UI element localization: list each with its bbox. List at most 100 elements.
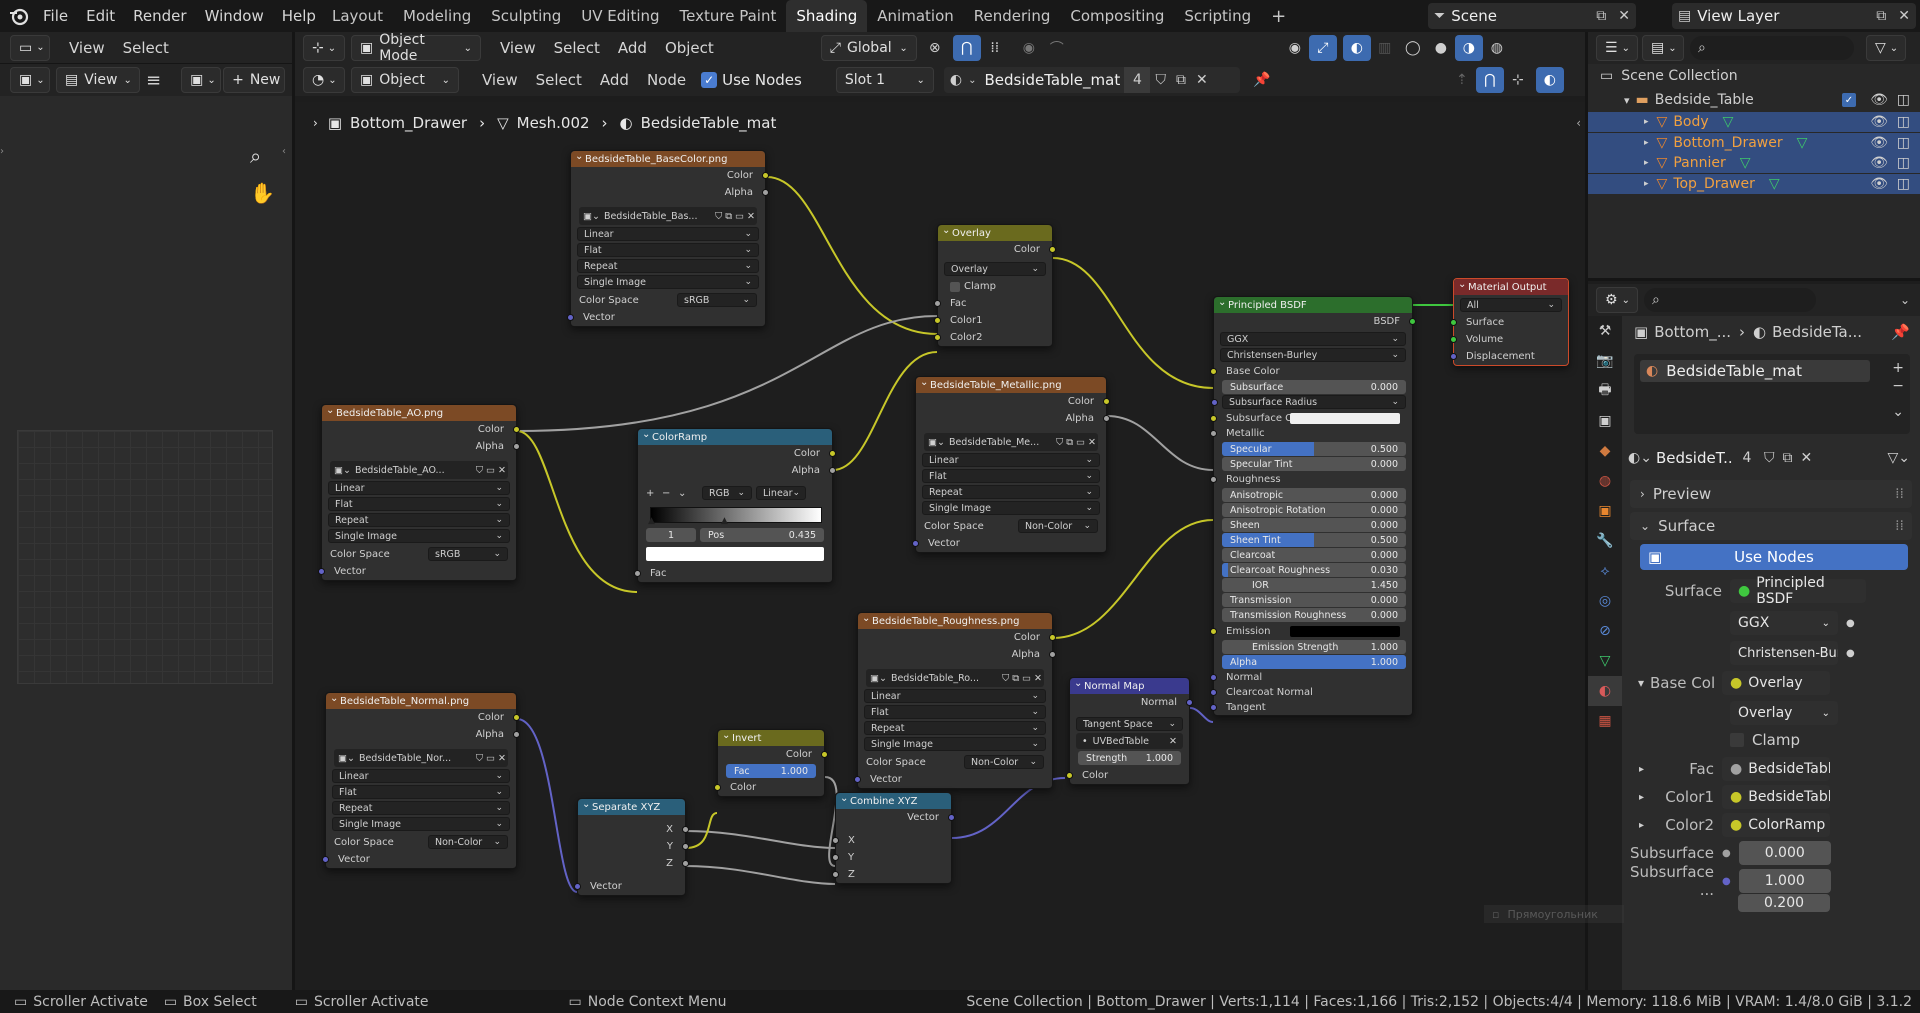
node-header[interactable]: Normal Map — [1070, 678, 1189, 694]
socket-color1[interactable] — [934, 317, 941, 324]
image-browse-dropdown[interactable]: ▣ ⌄ — [181, 67, 222, 93]
node-image-roughness[interactable]: BedsideTable_Roughness.png Color Alpha ▣… — [854, 612, 1056, 789]
ramp-stop-0[interactable]: ▲ — [648, 516, 655, 526]
expand-arrow-icon[interactable]: ▸ — [1644, 138, 1649, 148]
socket-surface[interactable] — [1450, 319, 1457, 326]
use-nodes-toggle[interactable]: ✓ Use Nodes — [701, 71, 802, 89]
sidebar-toggle-icon[interactable]: › — [0, 146, 4, 157]
visibility-icon[interactable]: ◉ — [1281, 35, 1309, 61]
shading-material-icon[interactable]: ◑ — [1454, 35, 1483, 61]
socket-z[interactable] — [682, 860, 689, 867]
duplicate-material-icon[interactable]: ⧉ — [1171, 72, 1191, 88]
outliner-object-row[interactable]: ▸ ▽ Body ▽ 👁 ◫ — [1588, 112, 1920, 132]
socket-color[interactable] — [513, 714, 520, 721]
base-color-input[interactable]: ● Overlay — [1722, 671, 1830, 695]
socket-vector[interactable] — [322, 856, 329, 863]
add-workspace-icon[interactable]: + — [1261, 0, 1296, 32]
bsdf-field[interactable]: Subsurface 0.000 — [1222, 380, 1406, 394]
viewport-menu-object[interactable]: Object — [656, 39, 723, 57]
fake-user-shield-icon[interactable]: ⛉ — [1150, 72, 1171, 88]
toolbar-collapse-icon[interactable]: ‹ — [282, 146, 286, 157]
bsdf-socket[interactable] — [1210, 476, 1217, 483]
projection-dropdown[interactable]: Flat — [332, 785, 510, 799]
object-mode-dropdown[interactable]: ▣ Object Mode ⌄ — [351, 32, 481, 64]
properties-search[interactable]: ⌕ — [1644, 288, 1816, 312]
eye-icon[interactable]: 👁 — [1870, 92, 1888, 108]
ramp-color-mode[interactable]: RGB — [702, 486, 752, 500]
drag-handle-icon[interactable]: ⁞⁞ — [1895, 518, 1904, 534]
ramp-menu-icon[interactable]: ⌄ — [678, 488, 698, 499]
image-selector[interactable]: ▣⌄ BedsideTable_AO... ⛉ ▭ ✕ — [330, 461, 508, 479]
bsdf-socket[interactable] — [1210, 674, 1217, 681]
invert-fac-field[interactable]: Fac 1.000 — [726, 764, 816, 778]
checkbox-unchecked-icon[interactable] — [950, 281, 960, 292]
color-swatch[interactable] — [1290, 412, 1400, 424]
extension-dropdown[interactable]: Repeat — [328, 513, 510, 527]
color-space-dropdown[interactable]: sRGB — [428, 547, 508, 561]
duplicate-material-icon[interactable]: ⧉ — [1778, 450, 1796, 466]
color-space-dropdown[interactable]: sRGB — [677, 293, 757, 307]
remove-stop-icon[interactable]: − — [662, 488, 678, 499]
interpolation-dropdown[interactable]: Linear — [922, 453, 1100, 467]
socket-bsdf[interactable] — [1409, 318, 1416, 325]
ramp-interpolation[interactable]: Linear — [756, 486, 806, 500]
viewport-editor-type[interactable]: ⊹ ⌄ — [303, 35, 345, 61]
image-editor-type-dropdown[interactable]: ▣ ⌄ — [10, 67, 50, 93]
node-header[interactable]: Material Output — [1454, 279, 1568, 295]
extension-dropdown[interactable]: Repeat — [577, 259, 759, 273]
node-image-normal[interactable]: BedsideTable_Normal.png Color Alpha ▣⌄Be… — [322, 692, 520, 869]
tab-modeling[interactable]: Modeling — [393, 0, 481, 32]
node-image-basecolor[interactable]: BedsideTable_BaseColor.png Color Alpha ▣… — [567, 150, 769, 327]
shading-wire-icon[interactable]: ◯ — [1399, 35, 1427, 61]
color1-input[interactable]: ●BedsideTable_B — [1722, 785, 1830, 809]
area-divider[interactable] — [1588, 278, 1920, 281]
checkbox-checked-icon[interactable]: ✓ — [701, 72, 718, 88]
tab-sculpting[interactable]: Sculpting — [481, 0, 571, 32]
ramp-stop-color[interactable] — [646, 547, 824, 561]
unlink-material-icon[interactable]: ✕ — [1796, 450, 1816, 466]
bsdf-field[interactable]: Transmission 0.000 — [1222, 593, 1406, 607]
data-tab-icon[interactable]: ▽ — [1588, 646, 1622, 676]
socket-x[interactable] — [682, 826, 689, 833]
physics-tab-icon[interactable]: ◎ — [1588, 586, 1622, 616]
socket-color[interactable] — [821, 751, 828, 758]
xray-icon[interactable]: ▥ — [1371, 35, 1399, 61]
node-header[interactable]: Invert — [718, 730, 824, 746]
clear-uv-icon[interactable]: ✕ — [1169, 736, 1177, 747]
source-dropdown[interactable]: Single Image — [864, 737, 1046, 751]
camera-icon[interactable]: ◫ — [1897, 92, 1910, 108]
source-dropdown[interactable]: Single Image — [328, 529, 510, 543]
projection-dropdown[interactable]: Flat — [328, 497, 510, 511]
add-slot-icon[interactable]: + — [1892, 360, 1904, 376]
material-tab-icon[interactable]: ◐ — [1588, 676, 1622, 706]
fake-user-shield-icon[interactable]: ⛉ — [1760, 450, 1779, 466]
pivot-point-icon[interactable]: ⊗ — [921, 35, 949, 61]
socket-color[interactable] — [762, 172, 769, 179]
outliner-object-row[interactable]: ▸ ▽ Pannier ▽ 👁 ◫ — [1588, 153, 1920, 173]
preview-panel-header[interactable]: › Preview ⁞⁞ — [1630, 480, 1912, 508]
node-principled-bsdf[interactable]: Principled BSDF BSDF GGX Christensen-Bur… — [1210, 296, 1416, 716]
view-layer-selector[interactable]: ▤ View Layer ⧉ ✕ — [1672, 3, 1916, 29]
bsdf-field[interactable]: Transmission Roughness 0.000 — [1222, 608, 1406, 622]
slot-menu-icon[interactable]: ⌄ — [1892, 404, 1904, 420]
node-header[interactable]: Overlay — [938, 225, 1052, 241]
blender-logo-icon[interactable] — [8, 5, 30, 27]
fac-input[interactable]: ●BedsideTable_A — [1722, 757, 1830, 781]
socket-color[interactable] — [1103, 398, 1110, 405]
node-colorramp[interactable]: ColorRamp Color Alpha + − ⌄ RGB Linear ▲… — [634, 428, 836, 583]
distribution-dropdown[interactable]: GGX — [1220, 332, 1406, 346]
tab-scripting[interactable]: Scripting — [1174, 0, 1261, 32]
camera-icon[interactable]: ◫ — [1897, 114, 1910, 130]
node-menu-view[interactable]: View — [473, 71, 527, 89]
socket-color[interactable] — [513, 426, 520, 433]
camera-icon[interactable]: ◫ — [1897, 176, 1910, 192]
properties-editor-type[interactable]: ⚙ ⌄ — [1596, 287, 1638, 313]
unlink-material-icon[interactable]: ✕ — [1191, 72, 1213, 88]
node-combine-xyz[interactable]: Combine XYZ Vector X Y Z — [832, 792, 955, 884]
node-header[interactable]: BedsideTable_Normal.png — [326, 693, 516, 709]
menu-file[interactable]: File — [34, 0, 77, 32]
socket-color[interactable] — [714, 784, 721, 791]
ramp-stop-1[interactable]: ▲ — [721, 516, 728, 526]
sss-method-dropdown[interactable]: Christensen-Bur...⌄ — [1730, 641, 1838, 665]
projection-dropdown[interactable]: Flat — [864, 705, 1046, 719]
